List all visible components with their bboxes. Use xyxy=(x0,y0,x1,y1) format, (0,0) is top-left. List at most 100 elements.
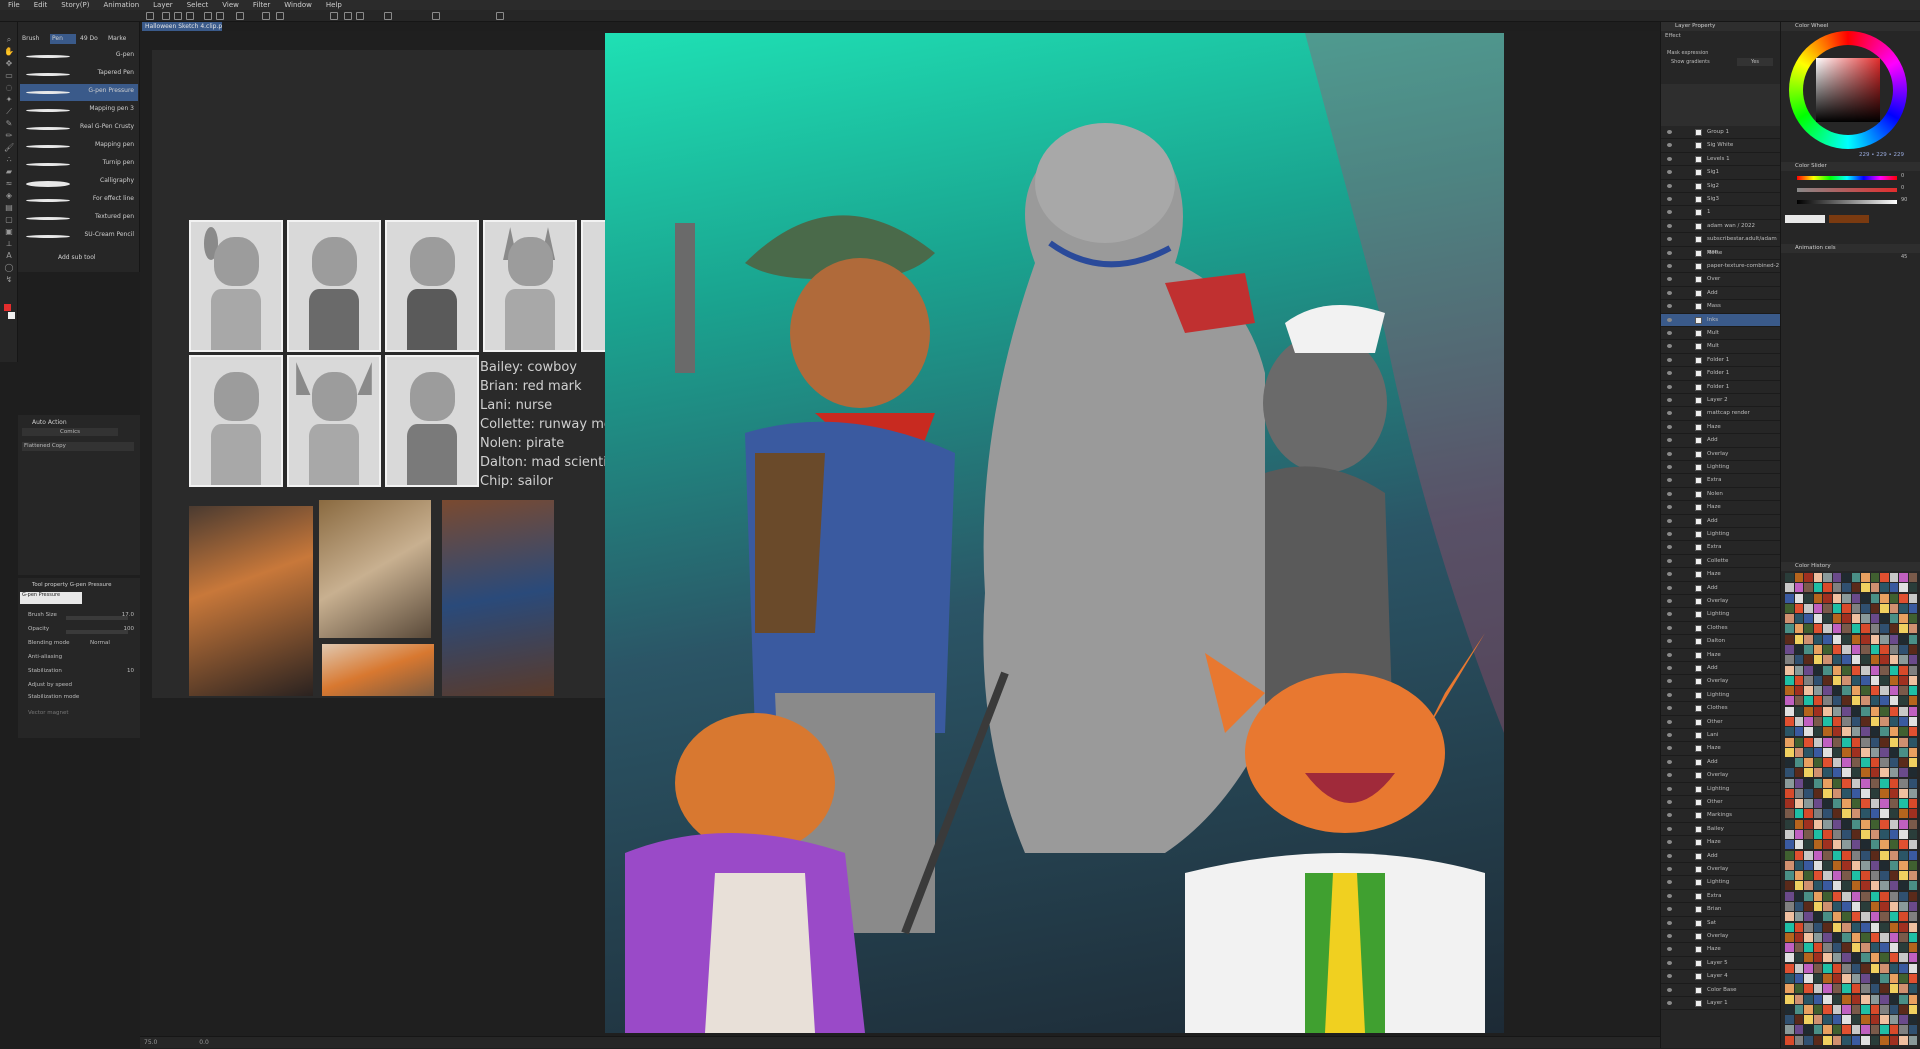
pen-tool-icon[interactable] xyxy=(344,12,352,20)
color-swatch[interactable] xyxy=(1785,1004,1794,1014)
color-swatch[interactable] xyxy=(1804,912,1813,922)
color-swatch[interactable] xyxy=(1832,912,1841,922)
color-swatch[interactable] xyxy=(1908,603,1917,613)
color-swatch[interactable] xyxy=(1889,573,1898,582)
saturation-value-square[interactable] xyxy=(1816,58,1880,122)
layer-row[interactable]: Mass xyxy=(1661,300,1781,314)
color-swatch[interactable] xyxy=(1908,830,1917,840)
color-swatch[interactable] xyxy=(1899,1004,1908,1014)
layer-row[interactable]: Haze xyxy=(1661,649,1781,662)
color-swatch[interactable] xyxy=(1842,706,1851,716)
color-swatch[interactable] xyxy=(1804,1004,1813,1014)
color-swatch[interactable] xyxy=(1832,644,1841,654)
color-swatch[interactable] xyxy=(1889,912,1898,922)
eye-icon[interactable] xyxy=(1667,424,1672,429)
color-swatch[interactable] xyxy=(1823,696,1832,706)
color-swatch[interactable] xyxy=(1785,696,1794,706)
color-swatch[interactable] xyxy=(1813,675,1822,685)
layer-row[interactable]: Other xyxy=(1661,716,1781,729)
color-swatch[interactable] xyxy=(1785,788,1794,798)
color-swatch[interactable] xyxy=(1785,737,1794,747)
eye-icon[interactable] xyxy=(1667,518,1672,523)
color-swatch[interactable] xyxy=(1832,943,1841,953)
color-swatch[interactable] xyxy=(1851,850,1860,860)
color-swatch[interactable] xyxy=(1823,994,1832,1004)
eye-icon[interactable] xyxy=(1667,478,1672,483)
layer-row[interactable]: Add xyxy=(1661,287,1781,301)
tab-pen[interactable]: Pen xyxy=(50,34,76,44)
color-swatch[interactable] xyxy=(1908,881,1917,891)
color-swatch[interactable] xyxy=(1813,891,1822,901)
color-swatch[interactable] xyxy=(1899,634,1908,644)
color-swatch[interactable] xyxy=(1832,624,1841,634)
color-swatch[interactable] xyxy=(1870,758,1879,768)
color-swatch[interactable] xyxy=(1889,644,1898,654)
color-swatch[interactable] xyxy=(1889,727,1898,737)
layer-row[interactable]: Folder 1 xyxy=(1661,381,1781,394)
color-swatch[interactable] xyxy=(1813,603,1822,613)
color-swatch[interactable] xyxy=(1842,891,1851,901)
color-swatch[interactable] xyxy=(1823,902,1832,911)
color-swatch[interactable] xyxy=(1880,932,1889,942)
color-swatch[interactable] xyxy=(1842,871,1851,881)
color-swatch[interactable] xyxy=(1851,891,1860,901)
color-swatch[interactable] xyxy=(1813,1004,1822,1014)
color-swatch[interactable] xyxy=(1785,644,1794,654)
color-swatch[interactable] xyxy=(1908,799,1917,809)
color-swatch[interactable] xyxy=(1851,984,1860,994)
color-swatch[interactable] xyxy=(1823,593,1832,603)
color-swatch[interactable] xyxy=(1870,634,1879,644)
eye-icon[interactable] xyxy=(1667,505,1672,510)
color-swatch[interactable] xyxy=(1899,583,1908,593)
color-swatch[interactable] xyxy=(1813,994,1822,1004)
color-swatch[interactable] xyxy=(1813,819,1822,829)
color-swatch[interactable] xyxy=(1851,655,1860,665)
color-swatch[interactable] xyxy=(1880,809,1889,819)
color-swatch[interactable] xyxy=(1804,819,1813,829)
color-swatch[interactable] xyxy=(1804,655,1813,665)
color-swatch[interactable] xyxy=(1880,943,1889,953)
color-swatch[interactable] xyxy=(1899,1025,1908,1035)
color-swatch[interactable] xyxy=(1861,778,1870,788)
color-swatch[interactable] xyxy=(1813,747,1822,757)
color-swatch[interactable] xyxy=(1823,1025,1832,1035)
color-swatch[interactable] xyxy=(1851,963,1860,973)
color-swatch[interactable] xyxy=(1889,593,1898,603)
color-swatch[interactable] xyxy=(1899,809,1908,819)
color-swatch[interactable] xyxy=(1870,614,1879,624)
color-swatch[interactable] xyxy=(1899,891,1908,901)
color-swatch[interactable] xyxy=(1832,614,1841,624)
color-swatch[interactable] xyxy=(1889,819,1898,829)
color-swatch[interactable] xyxy=(1794,768,1803,778)
color-swatch[interactable] xyxy=(1851,881,1860,891)
color-swatch[interactable] xyxy=(1804,1035,1813,1045)
color-swatch[interactable] xyxy=(1842,573,1851,582)
color-swatch[interactable] xyxy=(1804,799,1813,809)
menu-edit[interactable]: Edit xyxy=(34,0,48,10)
saturation-slider[interactable] xyxy=(1797,188,1897,192)
color-swatch[interactable] xyxy=(1823,912,1832,922)
color-swatch[interactable] xyxy=(1870,696,1879,706)
color-swatch[interactable] xyxy=(1899,696,1908,706)
color-swatch[interactable] xyxy=(1908,809,1917,819)
eye-icon[interactable] xyxy=(1667,1001,1672,1005)
color-swatch[interactable] xyxy=(1842,1025,1851,1035)
color-swatch[interactable] xyxy=(1842,860,1851,870)
color-swatch[interactable] xyxy=(1889,830,1898,840)
color-swatch[interactable] xyxy=(1880,850,1889,860)
color-swatch[interactable] xyxy=(1880,583,1889,593)
correct-line-icon[interactable]: ↯ xyxy=(4,276,14,284)
color-swatch[interactable] xyxy=(1785,809,1794,819)
color-swatch[interactable] xyxy=(1908,922,1917,932)
color-swatch[interactable] xyxy=(1870,644,1879,654)
color-swatch[interactable] xyxy=(1785,830,1794,840)
eye-icon[interactable] xyxy=(1667,920,1672,925)
color-swatch[interactable] xyxy=(1804,675,1813,685)
color-swatch[interactable] xyxy=(1813,1025,1822,1035)
color-swatch[interactable] xyxy=(1899,737,1908,747)
color-swatch[interactable] xyxy=(1861,624,1870,634)
color-swatch[interactable] xyxy=(1908,963,1917,973)
color-swatch[interactable] xyxy=(1899,624,1908,634)
color-swatch[interactable] xyxy=(1804,624,1813,634)
color-swatch[interactable] xyxy=(1889,871,1898,881)
